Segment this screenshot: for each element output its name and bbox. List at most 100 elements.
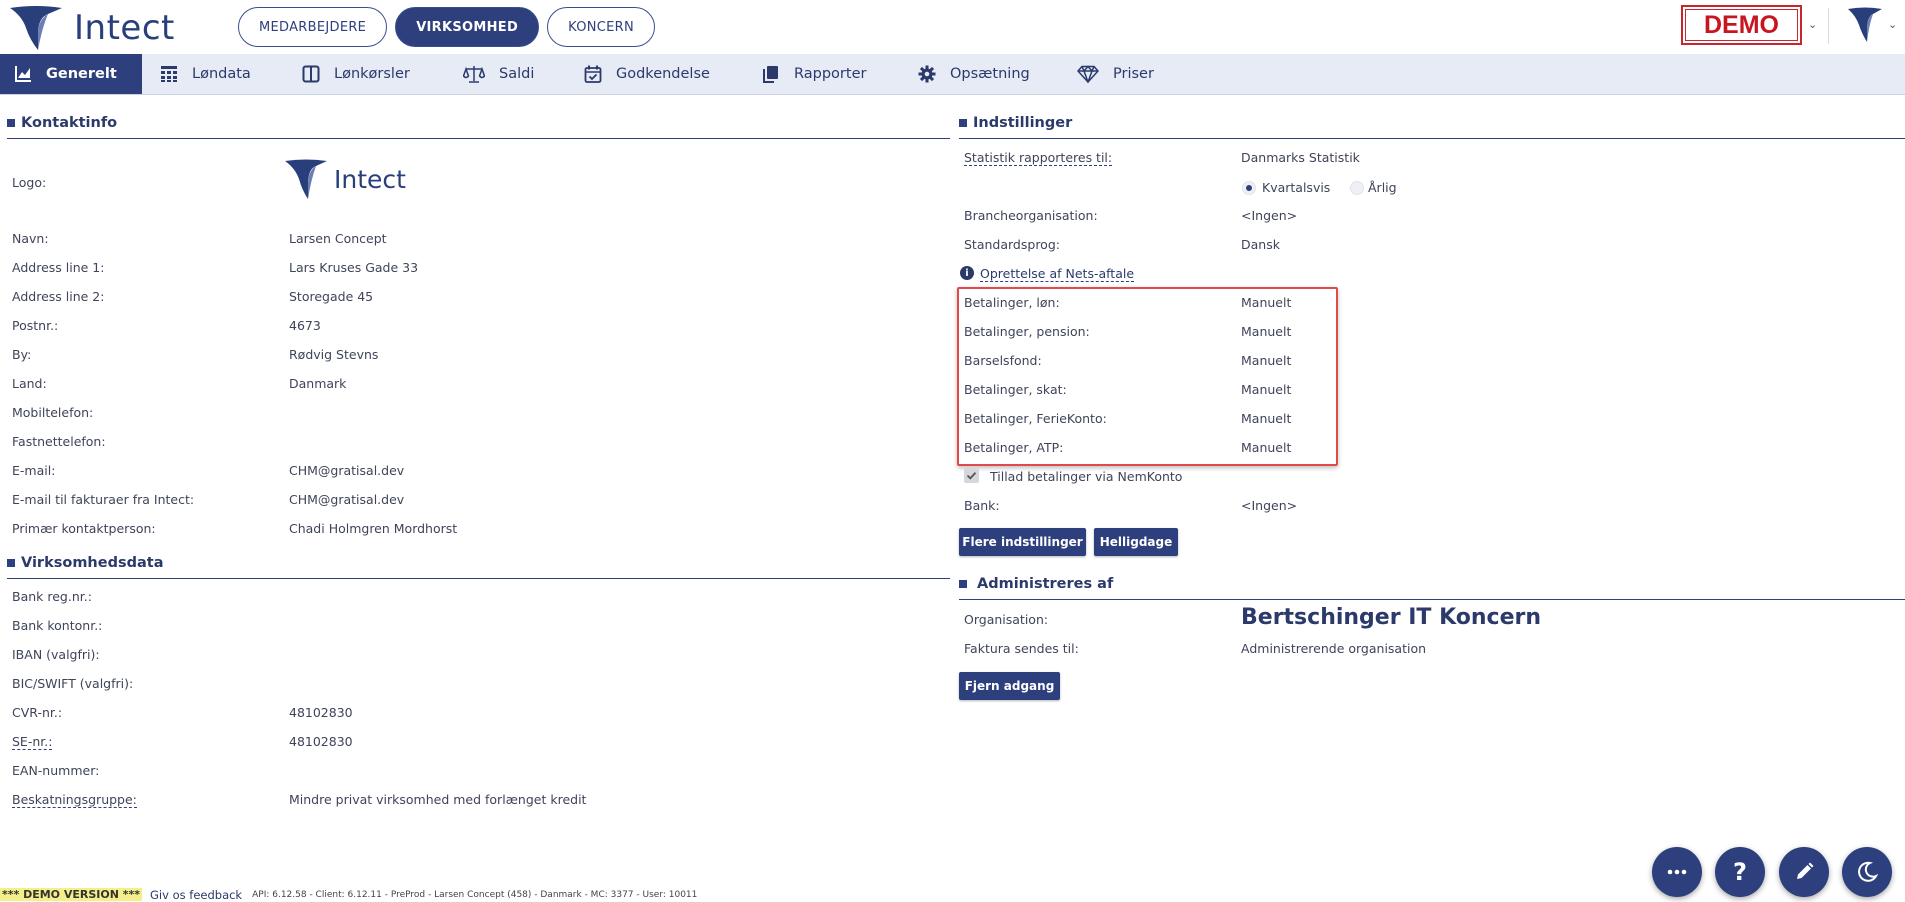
help-button[interactable]: ? [1715, 847, 1765, 897]
field-value[interactable]: 48102830 [289, 734, 353, 749]
field-value[interactable]: Larsen Concept [289, 231, 387, 246]
bank-label: Bank: [964, 498, 1000, 513]
field-value[interactable]: Manuelt [1241, 411, 1291, 426]
field-label: EAN-nummer: [12, 763, 100, 778]
field-label: Address line 1: [12, 260, 105, 275]
field-label: CVR-nr.: [12, 705, 63, 720]
nav-opsaetning[interactable]: Opsætning [918, 54, 1030, 94]
nav-label: Rapporter [794, 66, 867, 82]
bank-value[interactable]: <Ingen> [1241, 498, 1297, 513]
section-divider [7, 138, 950, 139]
field-label: Betalinger, pension: [964, 324, 1090, 339]
chevron-down-icon[interactable]: ⌄ [1888, 18, 1897, 31]
field-value[interactable]: Manuelt [1241, 440, 1291, 455]
nemkonto-label: Tillad betalinger via NemKonto [990, 469, 1183, 484]
field-label: Postnr.: [12, 318, 59, 333]
helligdage-button[interactable]: Helligdage [1094, 528, 1178, 556]
field-value[interactable]: CHM@gratisal.dev [289, 492, 404, 507]
nav-saldi[interactable]: Saldi [463, 54, 534, 94]
demo-version-label: *** DEMO VERSION *** [0, 888, 143, 901]
field-value[interactable]: 4673 [289, 318, 321, 333]
field-label: Betalinger, skat: [964, 382, 1067, 397]
field-label: E-mail: [12, 463, 56, 478]
tab-virksomhed[interactable]: VIRKSOMHED [395, 7, 540, 47]
branche-value[interactable]: <Ingen> [1241, 208, 1297, 223]
nav-priser[interactable]: Priser [1077, 54, 1154, 94]
gear-icon [918, 65, 936, 83]
section-virksomhedsdata-title: Virksomhedsdata [7, 555, 163, 571]
faktura-value: Administrerende organisation [1241, 641, 1427, 656]
info-icon: i [960, 266, 974, 280]
edit-button[interactable] [1779, 847, 1829, 897]
field-value[interactable]: Mindre privat virksomhed med forlænget k… [289, 792, 586, 807]
field-value[interactable]: Storegade 45 [289, 289, 373, 304]
field-label: Land: [12, 376, 47, 391]
nav-godkendelse[interactable]: Godkendelse [584, 54, 710, 94]
section-marker [959, 580, 967, 588]
section-divider [959, 138, 1905, 139]
chart-icon [15, 66, 31, 82]
field-label: Mobiltelefon: [12, 405, 94, 420]
nav-label: Løndata [192, 66, 251, 82]
nav-label: Generelt [46, 66, 117, 82]
field-value[interactable]: Manuelt [1241, 324, 1291, 339]
pencil-icon [1797, 862, 1814, 879]
field-value[interactable]: Danmark [289, 376, 346, 391]
nav-londata[interactable]: Løndata [160, 54, 251, 94]
sprog-value[interactable]: Dansk [1241, 237, 1280, 252]
fjern-adgang-button[interactable]: Fjern adgang [959, 672, 1060, 700]
nav-rapporter[interactable]: Rapporter [762, 54, 866, 94]
nav-label: Priser [1113, 66, 1154, 82]
top-tabs: MEDARBEJDERE VIRKSOMHED KONCERN [238, 7, 655, 47]
field-value[interactable]: Rødvig Stevns [289, 347, 378, 362]
flere-indstillinger-button[interactable]: Flere indstillinger [959, 528, 1086, 556]
field-label: Barselsfond: [964, 353, 1042, 368]
company-logo-text: Intect [334, 164, 406, 194]
copy-icon [763, 66, 778, 83]
field-label: Betalinger, ATP: [964, 440, 1064, 455]
field-label: IBAN (valgfri): [12, 647, 100, 662]
calendar-check-icon [584, 65, 602, 83]
field-label: Betalinger, FerieKonto: [964, 411, 1107, 426]
field-label: By: [12, 347, 32, 362]
field-label[interactable]: Beskatningsgruppe: [12, 792, 137, 808]
ellipsis-icon [1667, 869, 1687, 875]
field-label: Address line 2: [12, 289, 105, 304]
chevron-down-icon[interactable]: ⌄ [1808, 18, 1817, 31]
nav-label: Saldi [499, 66, 535, 82]
company-logo-icon [285, 159, 327, 199]
dark-mode-button[interactable] [1842, 847, 1892, 897]
question-icon: ? [1733, 858, 1747, 886]
field-label: Fastnettelefon: [12, 434, 106, 449]
field-value[interactable]: Manuelt [1241, 295, 1291, 310]
tab-medarbejdere[interactable]: MEDARBEJDERE [238, 7, 388, 47]
field-value[interactable]: Manuelt [1241, 382, 1291, 397]
nav-lonkorsler[interactable]: Lønkørsler [302, 54, 410, 94]
app-logo[interactable]: Intect [8, 4, 175, 52]
company-logo[interactable]: Intect [284, 158, 406, 200]
account-logo-icon[interactable] [1847, 6, 1883, 44]
more-button[interactable] [1652, 847, 1702, 897]
statistik-value[interactable]: Danmarks Statistik [1241, 150, 1360, 165]
radio-kvartalsvis-label: Kvartalsvis [1262, 180, 1331, 195]
field-value[interactable]: Lars Kruses Gade 33 [289, 260, 418, 275]
demo-badge: DEMO [1681, 5, 1802, 45]
field-label[interactable]: SE-nr.: [12, 734, 53, 750]
section-indstillinger-title: Indstillinger [959, 115, 1072, 131]
statistik-label[interactable]: Statistik rapporteres til: [964, 150, 1113, 166]
field-value[interactable]: Manuelt [1241, 353, 1291, 368]
logo-label: Logo: [12, 175, 47, 190]
radio-aarlig[interactable] [1350, 181, 1364, 195]
diamond-icon [1077, 65, 1099, 83]
feedback-link[interactable]: Giv os feedback [150, 888, 242, 902]
tab-koncern[interactable]: KONCERN [547, 7, 655, 47]
nemkonto-checkbox[interactable] [964, 468, 979, 483]
nav-generelt[interactable]: Generelt [0, 54, 142, 94]
organisation-label: Organisation: [964, 612, 1049, 627]
nets-link[interactable]: Oprettelse af Nets-aftale [980, 266, 1135, 282]
radio-kvartalsvis[interactable] [1242, 181, 1256, 195]
field-value[interactable]: 48102830 [289, 705, 353, 720]
field-label: BIC/SWIFT (valgfri): [12, 676, 134, 691]
field-value[interactable]: Chadi Holmgren Mordhorst [289, 521, 457, 536]
field-value[interactable]: CHM@gratisal.dev [289, 463, 404, 478]
